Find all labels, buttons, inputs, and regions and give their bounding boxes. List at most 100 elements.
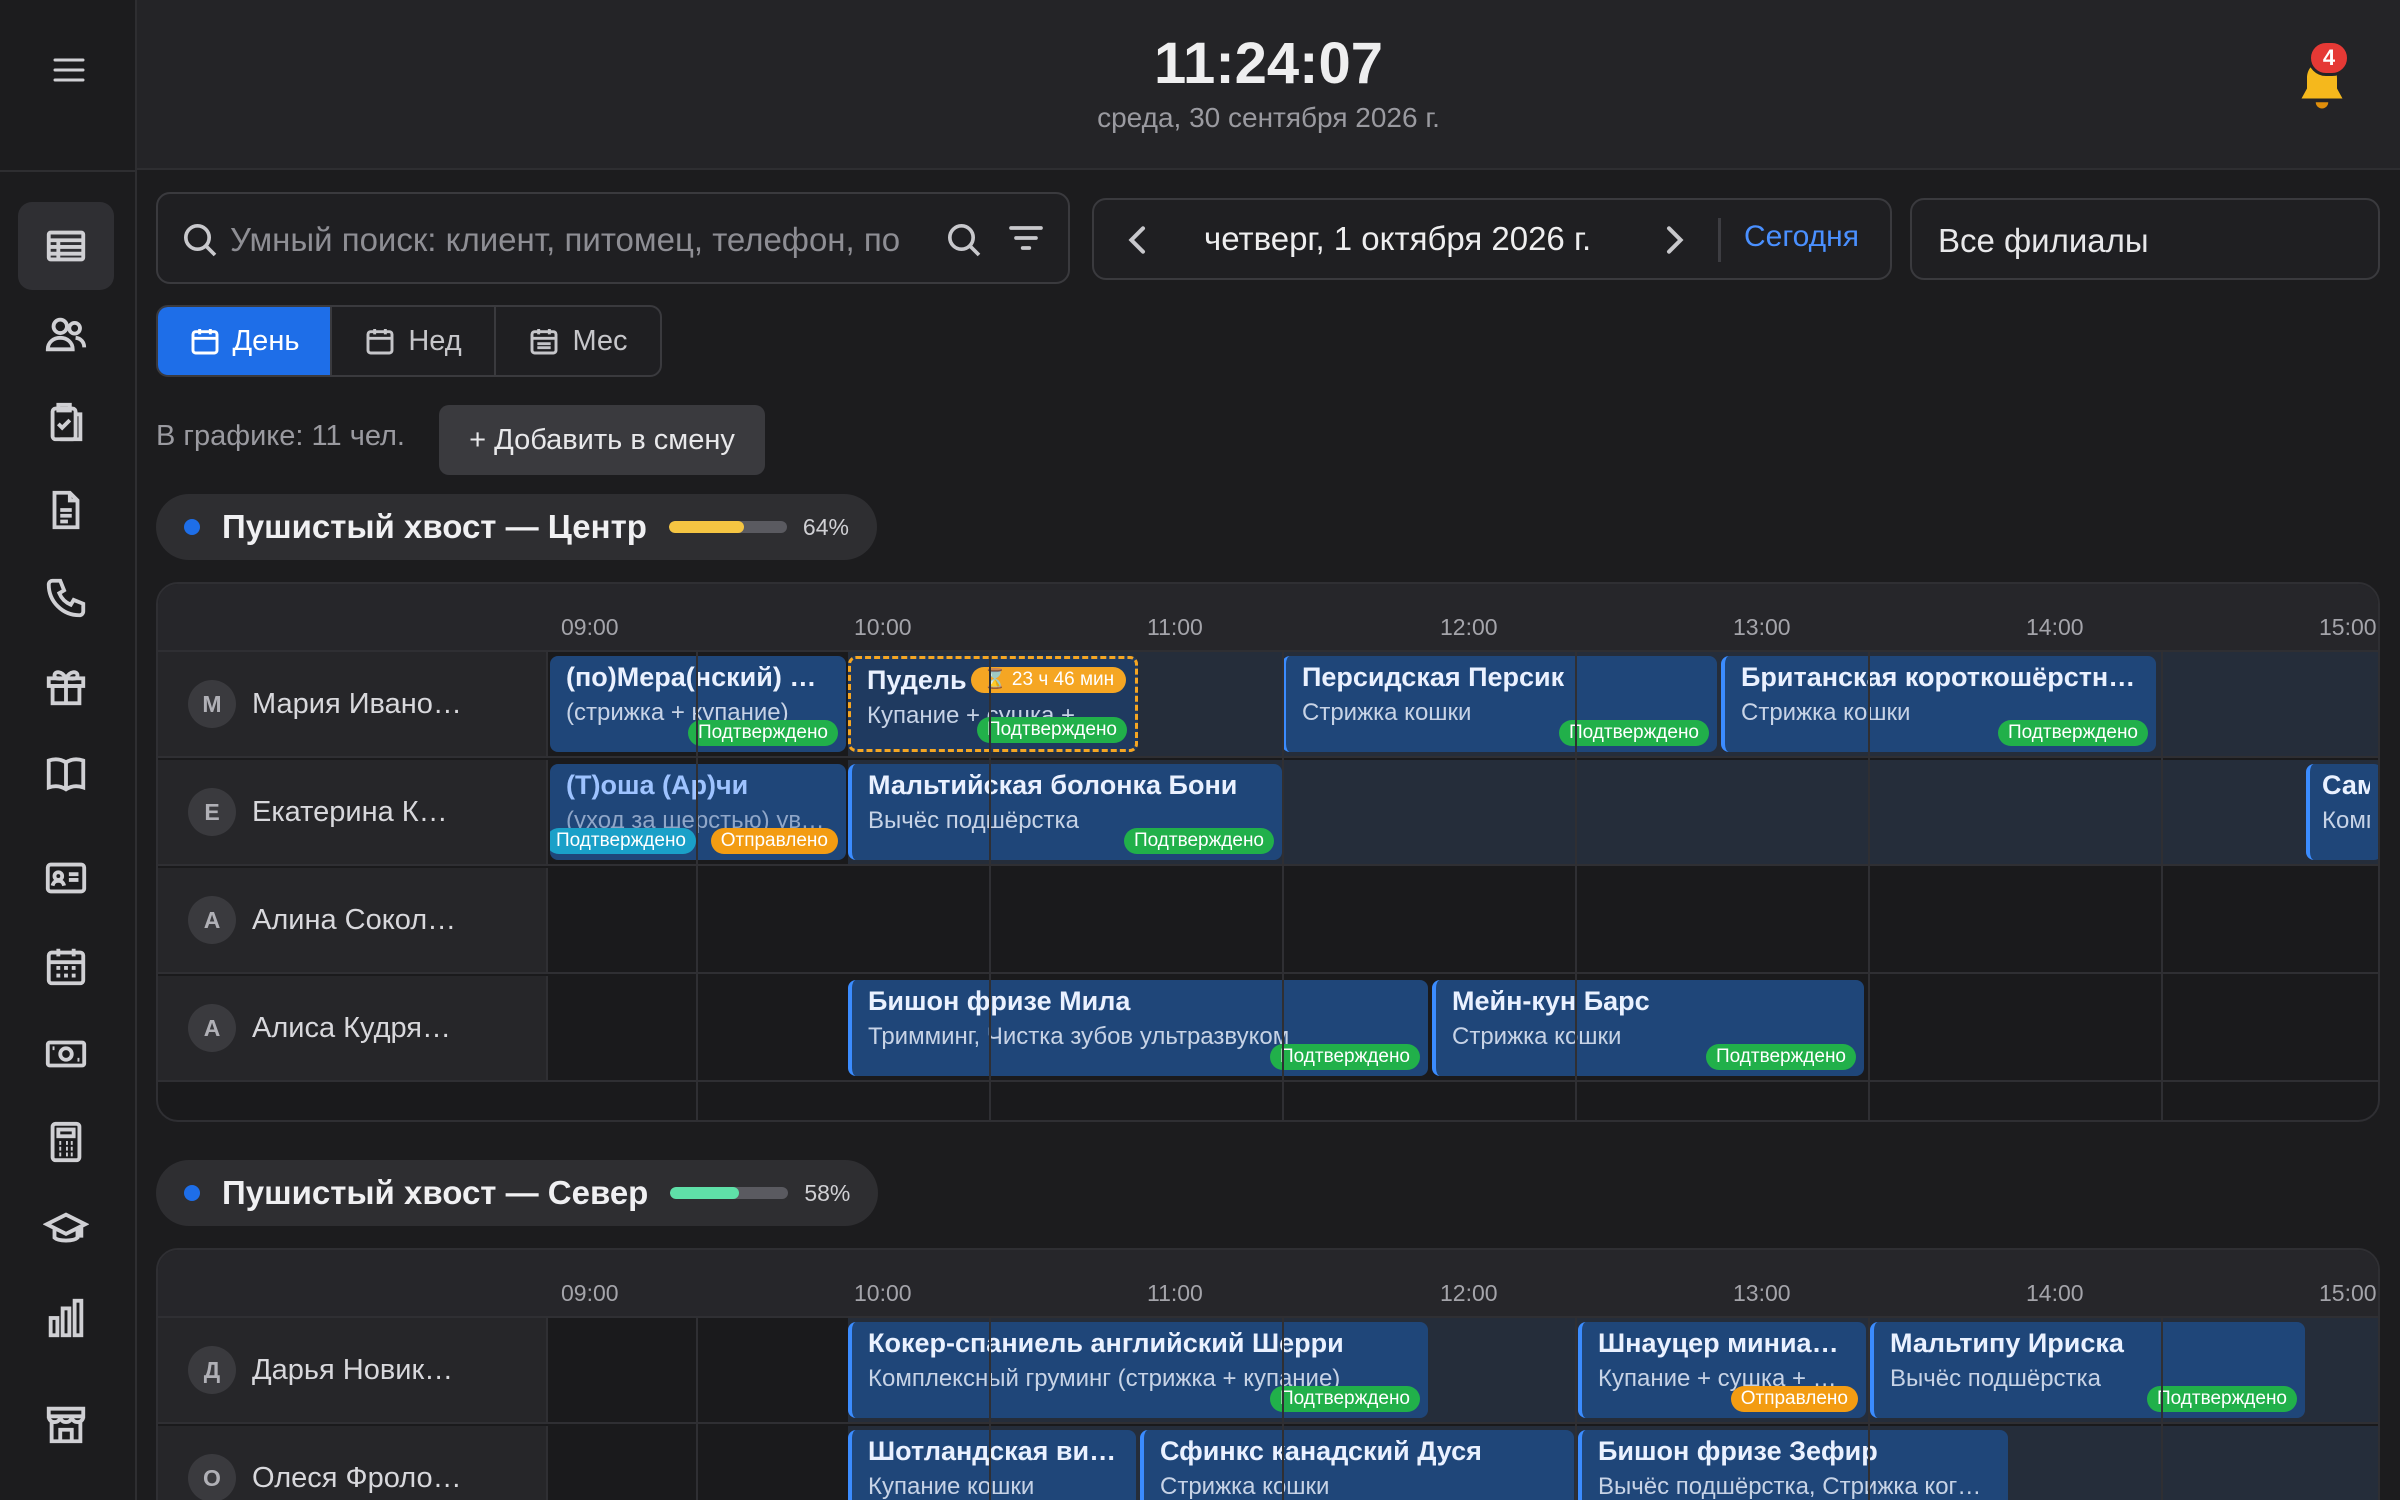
staff-count: В графике: 11 чел.: [156, 420, 405, 452]
status-badge: Подтверждено: [1705, 1044, 1856, 1070]
search-input[interactable]: [230, 212, 930, 268]
nav-training[interactable]: [18, 1186, 114, 1274]
employee-name: Олеся Фроло…: [252, 1461, 462, 1494]
grid-line: [989, 1318, 991, 1500]
time-tick: 11:00: [1147, 1280, 1203, 1306]
appointment-card[interactable]: Кокер-спаниель английский Шерри Комплекс…: [848, 1322, 1428, 1418]
schedule-grid-north: 09:00 10:00 11:00 12:00 13:00 14:00 15:0…: [156, 1248, 2380, 1500]
filter-icon[interactable]: [1006, 218, 1046, 258]
clipboard-check-icon: [50, 402, 83, 442]
menu-button[interactable]: [44, 50, 94, 90]
current-date: среда, 30 сентября 2026 г.: [1097, 102, 1440, 133]
avatar: О: [188, 1454, 236, 1500]
date-divider: [1718, 218, 1721, 262]
time-tick: 14:00: [2026, 1280, 2084, 1306]
employee-label[interactable]: М Мария Ивано…: [158, 652, 548, 756]
load-percent: 64%: [802, 513, 849, 540]
nav-branches[interactable]: [18, 1380, 114, 1468]
employee-label[interactable]: Д Дарья Новик…: [158, 1318, 548, 1422]
tab-week-label: Нед: [408, 324, 462, 357]
appointment-card[interactable]: (Т)оша (Ар)чи (уход за шерстью) увлаж… П…: [550, 764, 846, 860]
nav-tasks[interactable]: [18, 378, 114, 466]
appointment-card[interactable]: Шотландская ви… Купание кошки: [848, 1430, 1136, 1500]
appointment-card[interactable]: Мальтийская болонка Бони Вычёс подшёрстк…: [848, 764, 1282, 860]
nav-calculator[interactable]: [18, 1098, 114, 1186]
appointment-card[interactable]: Бишон фризе Мила Тримминг, Чистка зубов …: [848, 980, 1428, 1076]
status-badge: Подтверждено: [687, 720, 838, 746]
appointment-card[interactable]: Бишон фризе Зефир Вычёс подшёрстка, Стри…: [1578, 1430, 2008, 1500]
branch-dot: [184, 1185, 200, 1201]
employee-label[interactable]: А Алина Сокол…: [158, 868, 548, 972]
status-badge: Отправлено: [1730, 1386, 1858, 1412]
tab-month[interactable]: Мес: [496, 307, 660, 375]
time-tick: 14:00: [2026, 614, 2084, 640]
appointment-title: Сам: [2322, 770, 2370, 800]
nav-analytics[interactable]: [18, 1274, 114, 1362]
nav-schedule[interactable]: [18, 202, 114, 290]
branch-dot: [184, 519, 200, 535]
search-icon: [184, 224, 217, 257]
tab-day[interactable]: День: [158, 307, 332, 375]
timeline-header: 09:00 10:00 11:00 12:00 13:00 14:00 15:0…: [158, 584, 2378, 652]
today-button[interactable]: Сегодня: [1744, 220, 1859, 254]
appointment-card[interactable]: Персидская Персик Стрижка кошки Подтверж…: [1282, 656, 1717, 752]
schedule-grid-center: 09:00 10:00 11:00 12:00 13:00 14:00 15:0…: [156, 582, 2380, 1122]
appointment-card[interactable]: Мейн-кун Барс Стрижка кошки Подтверждено: [1432, 980, 1864, 1076]
nav-calendar[interactable]: [18, 922, 114, 1010]
appointment-title: Мальтийская болонка Бони: [868, 770, 1238, 800]
nav-knowledge[interactable]: [18, 730, 114, 818]
chevron-left-icon[interactable]: [1118, 220, 1158, 260]
appointment-title: Бишон фризе Мила: [868, 986, 1131, 1016]
time-tick: 09:00: [561, 1280, 619, 1306]
nav-clients[interactable]: [18, 290, 114, 378]
appointment-card-pending[interactable]: Пудель ⌛ 23 ч 46 мин Купание + сушка + ……: [848, 656, 1138, 752]
appointment-card[interactable]: Мальтипу Ириска Вычёс подшёрстка Подтвер…: [1870, 1322, 2305, 1418]
schedule-table-icon: [46, 230, 86, 262]
branch-header-north[interactable]: Пушистый хвост — Север 58%: [156, 1160, 879, 1226]
employee-label[interactable]: Е Екатерина К…: [158, 760, 548, 864]
nav-finance[interactable]: [18, 1010, 114, 1098]
table-row: А Алина Сокол…: [158, 868, 2378, 974]
appointment-card[interactable]: (по)Мера(нский) Ла… (стрижка + купание) …: [550, 656, 846, 752]
branch-select[interactable]: Все филиалы: [1910, 198, 2380, 280]
time-tick: 10:00: [854, 614, 912, 640]
status-badge: Отправлено: [710, 828, 838, 854]
appointment-card[interactable]: Британская короткошёрстн… Стрижка кошки …: [1721, 656, 2156, 752]
nav-staff[interactable]: [18, 834, 114, 922]
nav-certificates[interactable]: [18, 642, 114, 730]
appointment-title: (Т)оша (Ар)чи: [566, 770, 749, 800]
avatar: А: [188, 1004, 236, 1052]
branch-header-center[interactable]: Пушистый хвост — Центр 64%: [156, 494, 877, 560]
appointment-card[interactable]: Сам Комп: [2306, 764, 2378, 860]
tab-week[interactable]: Нед: [332, 307, 496, 375]
table-row: О Олеся Фроло… Шотландская ви… Купание к…: [158, 1426, 2378, 1500]
load-percent: 58%: [804, 1179, 851, 1206]
grid-line: [2161, 652, 2163, 1120]
appointment-card[interactable]: Сфинкс канадский Дуся Стрижка кошки: [1140, 1430, 1574, 1500]
nav-documents[interactable]: [18, 466, 114, 554]
grid-line: [1282, 1318, 1284, 1500]
appointment-title: Сфинкс канадский Дуся: [1160, 1436, 1482, 1466]
add-to-shift-button[interactable]: + Добавить в смену: [439, 405, 765, 475]
load-bar: [670, 1187, 789, 1199]
work-shift[interactable]: [2306, 652, 2378, 756]
tab-day-label: День: [232, 324, 300, 357]
search-submit-icon[interactable]: [944, 220, 984, 260]
employee-label[interactable]: О Олеся Фроло…: [158, 1426, 548, 1500]
clients-icon: [45, 317, 87, 352]
calculator-icon: [50, 1121, 82, 1163]
branch-name: Пушистый хвост — Центр: [222, 508, 647, 545]
appointment-title: Бишон фризе Зефир: [1598, 1436, 1878, 1466]
appointment-title: Мейн-кун Барс: [1452, 986, 1650, 1016]
appointment-service: Стрижка кошки: [1160, 1473, 1330, 1500]
employee-label[interactable]: А Алиса Кудря…: [158, 976, 548, 1080]
time-tick: 13:00: [1733, 1280, 1791, 1306]
time-tick: 15:00: [2319, 614, 2377, 640]
nav-calls[interactable]: [18, 554, 114, 642]
appointment-title: Мальтипу Ириска: [1890, 1328, 2124, 1358]
appointment-title: (по)Мера(нский) Ла…: [566, 662, 830, 692]
chevron-right-icon[interactable]: [1654, 220, 1694, 260]
grid-line: [1575, 1318, 1577, 1500]
appointment-card[interactable]: Шнауцер миниат… Купание + сушка + … Отпр…: [1578, 1322, 1866, 1418]
appointment-title: Персидская Персик: [1302, 662, 1565, 692]
